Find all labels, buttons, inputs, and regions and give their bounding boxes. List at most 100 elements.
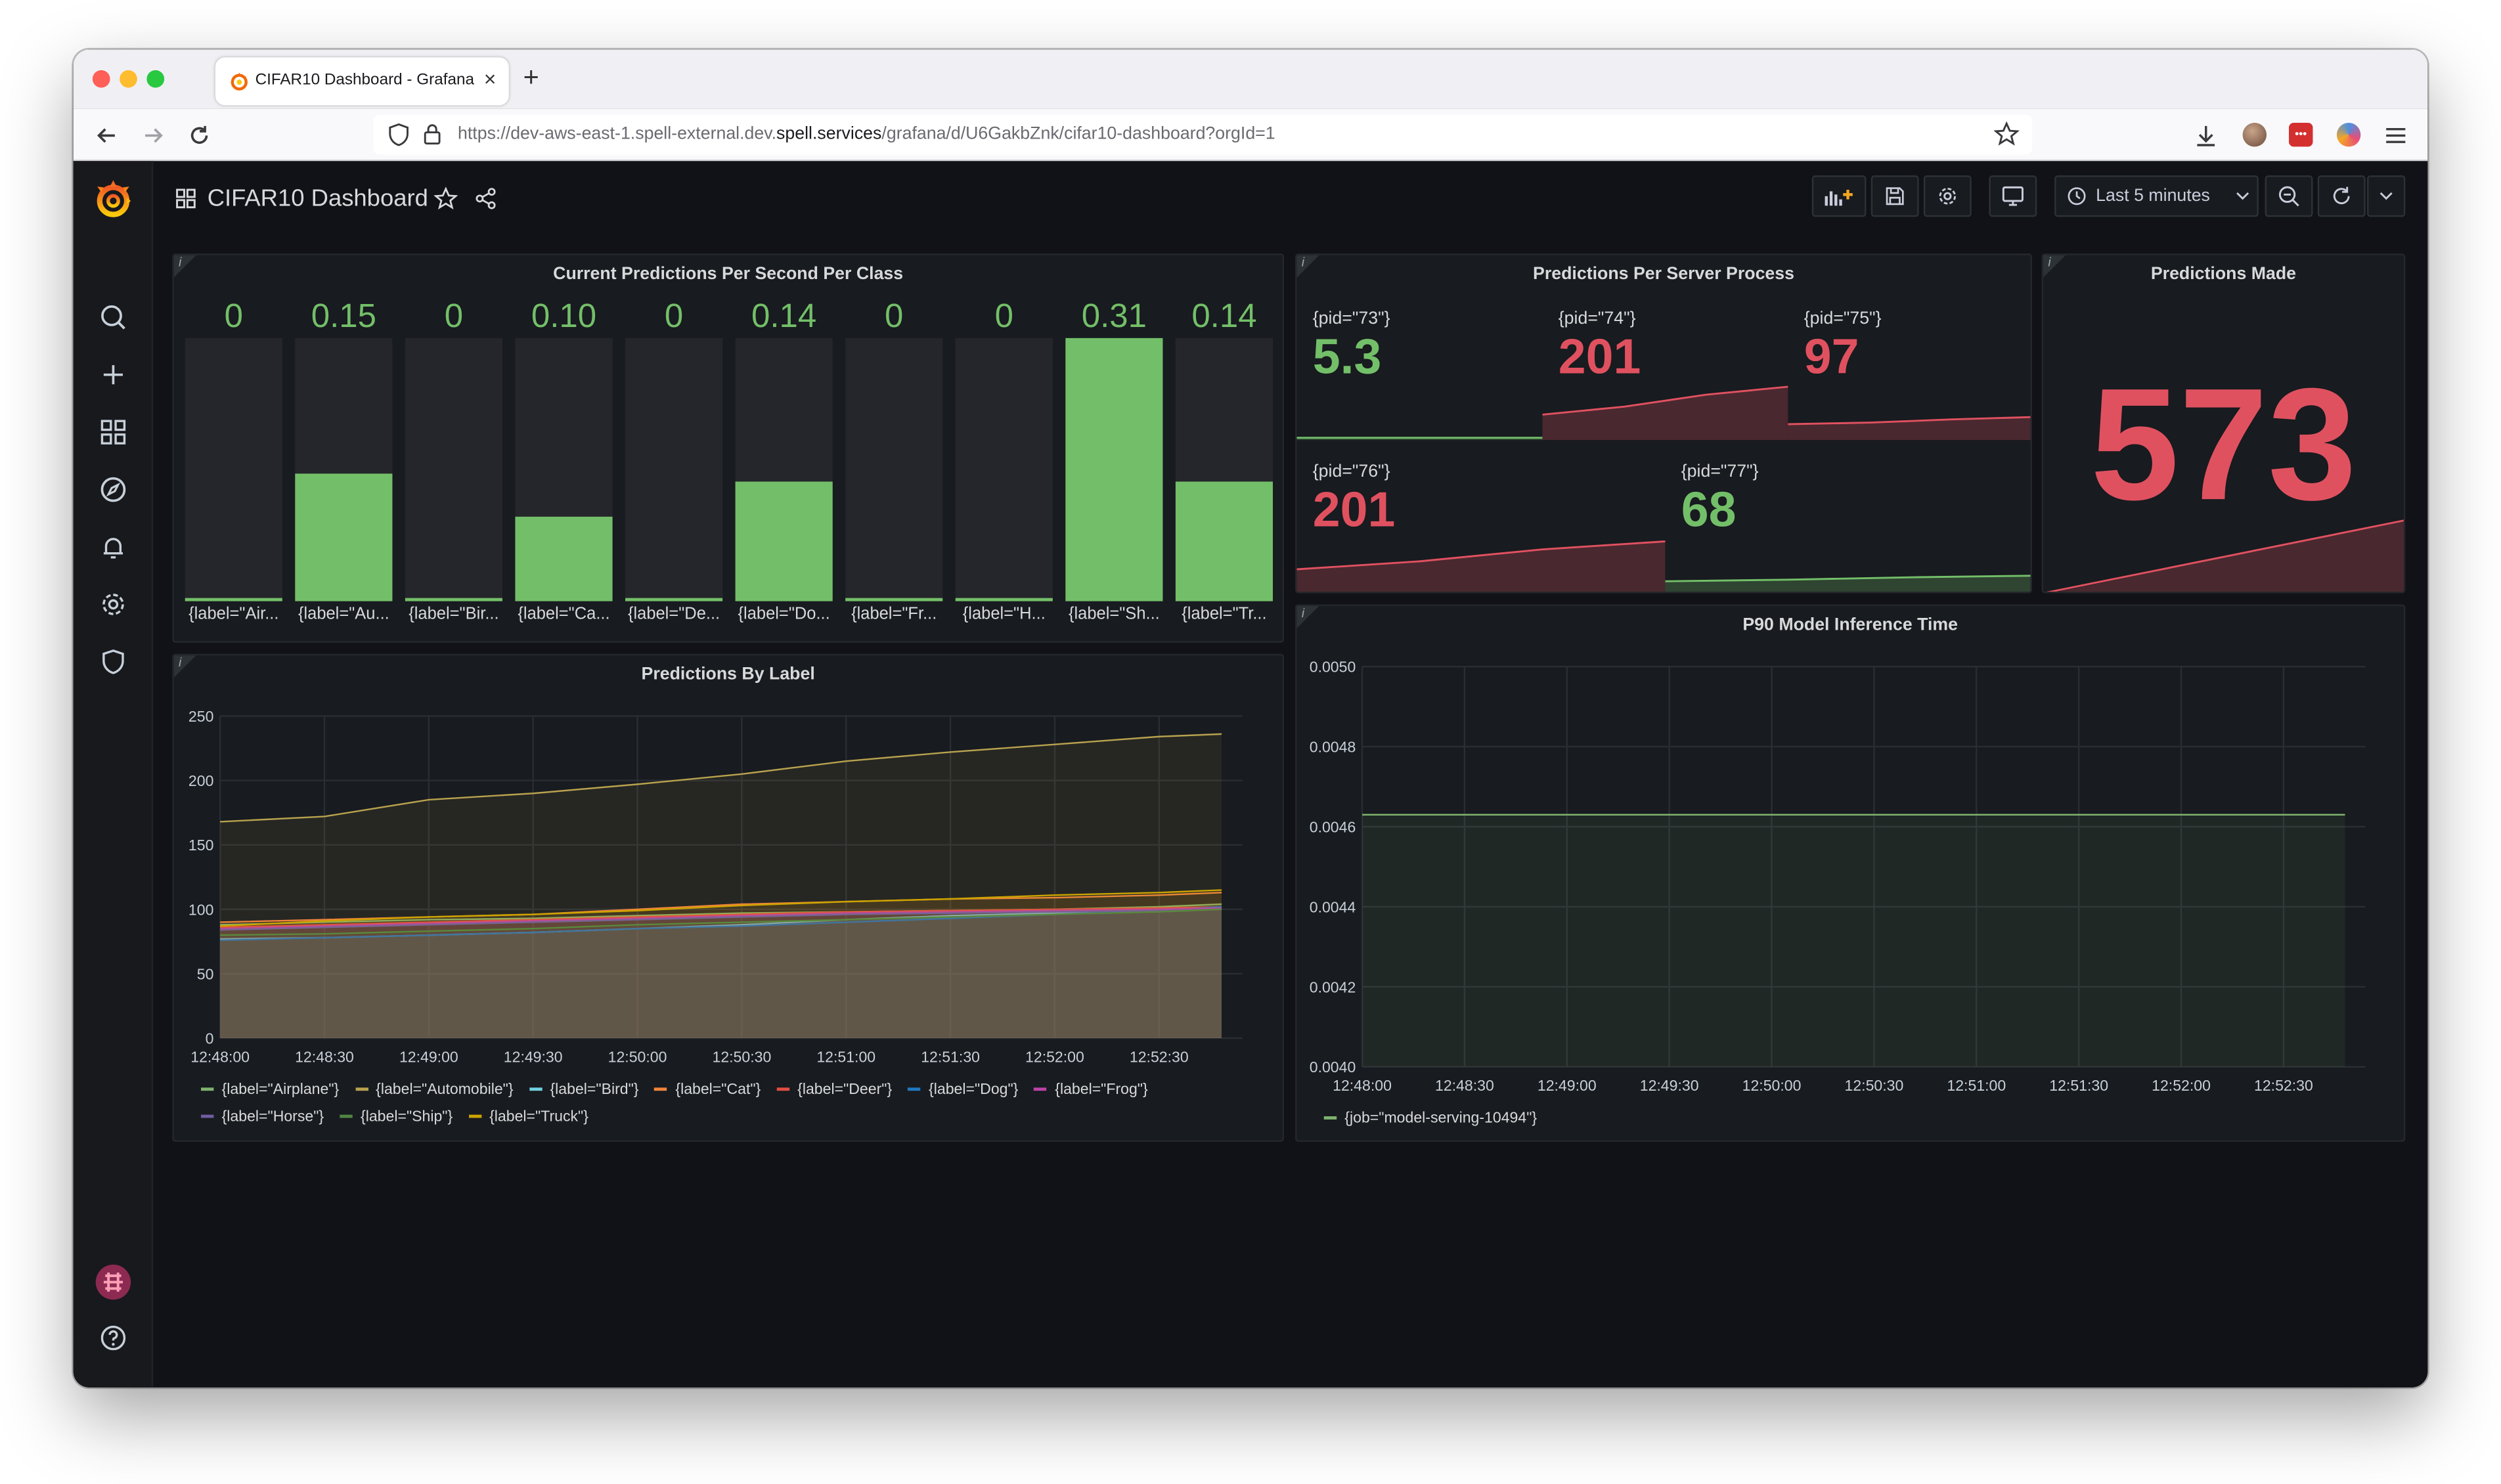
x-tick-label: 12:48:00 xyxy=(190,1048,250,1065)
dashboard-title[interactable]: CIFAR10 Dashboard xyxy=(208,185,428,212)
panel-current-predictions[interactable]: i Current Predictions Per Second Per Cla… xyxy=(172,253,1285,643)
favorite-star-icon[interactable] xyxy=(433,186,458,210)
legend-swatch xyxy=(1034,1088,1048,1092)
legend-label: {label="Horse"} xyxy=(221,1108,324,1126)
y-tick-label: 200 xyxy=(188,772,213,789)
sparkline-area xyxy=(1542,386,1788,441)
close-window-button[interactable] xyxy=(92,70,110,88)
legend-item[interactable]: {label="Bird"} xyxy=(529,1081,639,1099)
legend-item[interactable]: {label="Horse"} xyxy=(201,1108,324,1126)
hamburger-menu-icon[interactable] xyxy=(2381,121,2410,150)
x-tick-label: 12:49:30 xyxy=(504,1048,563,1065)
alerting-bell-icon[interactable] xyxy=(99,533,128,561)
y-tick-label: 0.0048 xyxy=(1310,739,1356,756)
refresh-interval-dropdown[interactable] xyxy=(2367,175,2406,217)
password-manager-extension-icon[interactable]: ••• xyxy=(2289,123,2313,147)
stat-label: {pid="74"} xyxy=(1558,309,1636,329)
panel-predictions-by-label[interactable]: i Predictions By Label 0 50 100 150 200 250 12… xyxy=(172,653,1285,1142)
legend-swatch xyxy=(355,1088,368,1092)
bar-track xyxy=(625,338,723,601)
legend-item[interactable]: {label="Automobile"} xyxy=(355,1081,514,1099)
legend-label: {label="Cat"} xyxy=(675,1081,761,1099)
share-icon[interactable] xyxy=(474,186,497,210)
grafana-logo-icon[interactable] xyxy=(91,177,135,222)
create-plus-icon[interactable] xyxy=(99,360,128,389)
add-panel-button[interactable] xyxy=(1811,175,1867,217)
dashboards-grid-icon[interactable] xyxy=(99,418,128,447)
legend-swatch xyxy=(654,1088,668,1092)
new-tab-button[interactable]: + xyxy=(523,62,539,95)
refresh-button[interactable] xyxy=(2317,175,2366,217)
legend-item[interactable]: {label="Ship"} xyxy=(340,1108,453,1126)
panel-p90-inference-time[interactable]: i P90 Model Inference Time 0.0040 0.0042 0… xyxy=(1295,604,2406,1142)
legend-item[interactable]: {job="model-serving-10494"} xyxy=(1323,1110,1537,1127)
legend-swatch xyxy=(1323,1117,1337,1121)
panel-predictions-made[interactable]: i Predictions Made 573 xyxy=(2041,253,2406,594)
configuration-gear-icon[interactable] xyxy=(99,590,128,619)
address-bar[interactable]: https://dev-aws-east-1.spell-external.de… xyxy=(373,114,2033,155)
time-range-picker[interactable]: Last 5 minutes xyxy=(2054,175,2259,217)
panel-title[interactable]: Predictions Per Server Process xyxy=(1296,265,2030,284)
stat-sparkline xyxy=(1788,416,2031,441)
reload-icon[interactable] xyxy=(185,121,214,150)
stat-label: {pid="73"} xyxy=(1312,309,1390,329)
bar-label: {label="Ca... xyxy=(518,604,610,624)
legend-item[interactable]: {label="Frog"} xyxy=(1034,1081,1148,1099)
grafana-favicon-icon xyxy=(231,72,248,91)
save-dashboard-button[interactable] xyxy=(1870,175,1919,217)
legend-row: {job="model-serving-10494"} xyxy=(1323,1110,1553,1127)
x-tick-label: 12:50:30 xyxy=(713,1048,772,1065)
y-tick-label: 0.0046 xyxy=(1310,818,1356,835)
legend-item[interactable]: {label="Airplane"} xyxy=(201,1081,339,1099)
legend-item[interactable]: {label="Cat"} xyxy=(654,1081,761,1099)
legend-row: {label="Horse"} {label="Ship"} {label="Tru… xyxy=(201,1108,604,1126)
search-icon[interactable] xyxy=(99,303,128,332)
p90-inference-chart[interactable]: 0.0040 0.0042 0.0044 0.0046 0.0048 0.0050 12:4… xyxy=(1296,606,2405,1108)
close-tab-icon[interactable]: × xyxy=(484,67,496,91)
back-arrow-icon[interactable] xyxy=(93,121,122,150)
zoom-window-button[interactable] xyxy=(146,70,165,88)
add-panel-icon xyxy=(1825,190,1853,206)
profile-avatar[interactable] xyxy=(2242,123,2267,147)
browser-tab[interactable]: CIFAR10 Dashboard - Grafana × xyxy=(215,57,509,106)
legend-item[interactable]: {label="Deer"} xyxy=(776,1081,892,1099)
panel-title[interactable]: Predictions Made xyxy=(2043,265,2404,284)
shield-icon[interactable] xyxy=(387,123,410,146)
x-tick-label: 12:49:00 xyxy=(399,1048,458,1065)
bar-label: {label="Bir... xyxy=(409,604,499,624)
legend-item[interactable]: {label="Dog"} xyxy=(908,1081,1018,1099)
y-tick-label: 0.0044 xyxy=(1310,898,1356,915)
dashboard-settings-button[interactable] xyxy=(1923,175,1972,217)
x-tick-label: 12:52:30 xyxy=(1130,1048,1189,1065)
server-admin-shield-icon[interactable] xyxy=(99,647,128,676)
x-tick-label: 12:52:00 xyxy=(1025,1048,1084,1065)
browser-toolbar: https://dev-aws-east-1.spell-external.de… xyxy=(73,108,2428,162)
refresh-icon xyxy=(2333,186,2350,204)
extension-icon[interactable] xyxy=(2336,123,2361,147)
panel-predictions-per-server[interactable]: i Predictions Per Server Process {pid="7… xyxy=(1295,253,2033,594)
grafana-app: CIFAR10 Dashboard Last 5 minutes i Curre… xyxy=(73,161,2428,1387)
side-menu xyxy=(73,161,154,1387)
downloads-icon[interactable] xyxy=(2192,121,2221,150)
help-icon[interactable] xyxy=(99,1324,128,1353)
forward-arrow-icon[interactable] xyxy=(139,121,167,150)
cycle-view-mode-button[interactable] xyxy=(1989,175,2037,217)
bar-label: {label="Air... xyxy=(188,604,279,624)
x-tick-label: 12:48:00 xyxy=(1333,1077,1392,1094)
minimize-window-button[interactable] xyxy=(120,70,137,88)
bar-label: {label="H... xyxy=(962,604,1046,624)
zoom-out-button[interactable] xyxy=(2265,175,2313,217)
bookmark-star-icon[interactable] xyxy=(1993,121,2020,147)
y-tick-label: 0.0050 xyxy=(1310,659,1356,676)
stat-label: {pid="75"} xyxy=(1804,309,1882,329)
lock-icon[interactable] xyxy=(423,123,442,145)
x-tick-label: 12:52:30 xyxy=(2254,1077,2313,1094)
url-text[interactable]: https://dev-aws-east-1.spell-external.de… xyxy=(458,124,1275,143)
panel-title[interactable]: Current Predictions Per Second Per Class xyxy=(174,265,1283,284)
predictions-by-label-chart[interactable]: 0 50 100 150 200 250 12:48:00 12:48:30 12:49:00 1… xyxy=(174,655,1284,1086)
y-tick-label: 150 xyxy=(188,837,213,854)
explore-compass-icon[interactable] xyxy=(99,475,128,504)
user-avatar[interactable] xyxy=(95,1264,131,1300)
bar-fill xyxy=(955,598,1053,601)
legend-item[interactable]: {label="Truck"} xyxy=(468,1108,588,1126)
